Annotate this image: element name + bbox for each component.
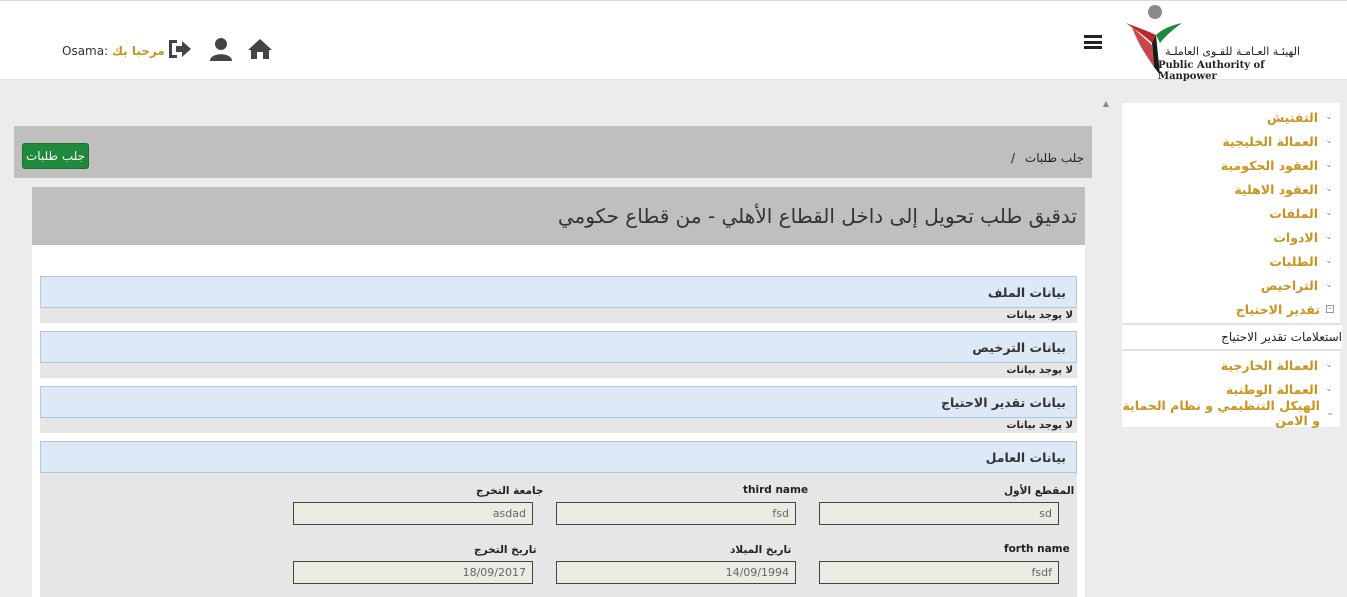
- chevron-down-icon: ⌄: [1325, 384, 1333, 394]
- section-header[interactable]: بيانات تقدير الاحتياج: [40, 386, 1077, 418]
- chevron-down-icon: ⌄: [1325, 184, 1333, 194]
- username: Osama:: [62, 44, 109, 58]
- first-name-field[interactable]: [819, 502, 1059, 525]
- section-empty: لا يوجد بيانات: [40, 308, 1077, 323]
- chevron-down-icon: ⌄: [1325, 280, 1333, 290]
- chevron-down-icon: ⌄: [1325, 160, 1333, 170]
- sidebar-item-foreign-labor[interactable]: العمالة الخارجية ⌄: [1122, 353, 1340, 377]
- collapse-icon: -: [1326, 304, 1334, 314]
- sidebar-item-tools[interactable]: الادوات ⌄: [1122, 225, 1340, 249]
- chevron-down-icon: ⌄: [1325, 136, 1333, 146]
- sidebar-subitem-needs-queries[interactable]: استعلامات تقدير الاحتياج: [1122, 323, 1342, 351]
- breadcrumb-bar: جلب طلبات / جلب طلبات: [14, 126, 1092, 178]
- worker-form: المقطع الأول third name جامعة التخرج for…: [40, 473, 1077, 597]
- sidebar-item-files[interactable]: الملفات ⌄: [1122, 201, 1340, 225]
- welcome-text: Osama: مرحبا بك: [62, 44, 165, 58]
- university-label: جامعة التخرج: [476, 485, 544, 497]
- section-file-data: بيانات الملف لا يوجد بيانات: [40, 276, 1077, 323]
- third-name-label: third name: [743, 484, 809, 496]
- sidebar: التفتيش ⌄ العمالة الخليجية ⌄ العقود الحكوم…: [1122, 103, 1342, 428]
- home-icon[interactable]: [247, 37, 273, 61]
- section-worker-data: بيانات العامل: [40, 441, 1077, 473]
- section-header[interactable]: بيانات العامل: [40, 441, 1077, 473]
- section-header[interactable]: بيانات الترخيص: [40, 331, 1077, 363]
- page-title: تدقيق طلب تحويل إلى داخل القطاع الأهلي -…: [557, 204, 1077, 228]
- sidebar-item-org-structure[interactable]: الهيكل التنظيمي و نظام الحماية و الامن ⌄: [1122, 398, 1340, 428]
- sidebar-item-inspection[interactable]: التفتيش ⌄: [1122, 105, 1340, 129]
- logo-arabic-text: الهيئـة العـامـة للقـوى العاملـة: [1165, 45, 1300, 58]
- main-panel: تدقيق طلب تحويل إلى داخل القطاع الأهلي -…: [32, 187, 1085, 597]
- app-header: الهيئـة العـامـة للقـوى العاملـة Public …: [0, 0, 1347, 82]
- page-title-bar: تدقيق طلب تحويل إلى داخل القطاع الأهلي -…: [32, 187, 1085, 245]
- scroll-up-icon[interactable]: ▲: [1101, 99, 1111, 109]
- chevron-down-icon: ⌄: [1325, 208, 1333, 218]
- sidebar-item-requests[interactable]: الطلبات ⌄: [1122, 249, 1340, 273]
- section-header[interactable]: بيانات الملف: [40, 276, 1077, 308]
- chevron-down-icon: ⌄: [1325, 360, 1333, 370]
- third-name-field[interactable]: [556, 502, 796, 525]
- sidebar-item-private-contracts[interactable]: العقود الاهلية ⌄: [1122, 177, 1340, 201]
- chevron-down-icon: ⌄: [1325, 256, 1333, 266]
- section-license-data: بيانات الترخيص لا يوجد بيانات: [40, 331, 1077, 378]
- breadcrumb: جلب طلبات /: [1011, 151, 1084, 165]
- first-name-label: المقطع الأول: [1004, 485, 1075, 497]
- logo-english-text: Public Authority of Manpower: [1158, 60, 1265, 82]
- user-icon[interactable]: [208, 37, 234, 61]
- section-needs-data: بيانات تقدير الاحتياج لا يوجد بيانات: [40, 386, 1077, 433]
- breadcrumb-item[interactable]: جلب طلبات: [1025, 151, 1084, 165]
- menu-icon[interactable]: [1084, 35, 1102, 49]
- sidebar-item-gov-contracts[interactable]: العقود الحكومية ⌄: [1122, 153, 1340, 177]
- birth-date-field[interactable]: [556, 561, 796, 584]
- sidebar-item-needs-assessment[interactable]: تقدير الاحتياج -: [1122, 297, 1340, 321]
- graduation-date-field[interactable]: [293, 561, 533, 584]
- section-empty: لا يوجد بيانات: [40, 418, 1077, 433]
- forth-name-label: forth name: [1004, 543, 1070, 555]
- sidebar-item-licenses[interactable]: التراخيص ⌄: [1122, 273, 1340, 297]
- birth-date-label: تاريخ الميلاد: [730, 544, 792, 556]
- section-empty: لا يوجد بيانات: [40, 363, 1077, 378]
- chevron-down-icon: ⌄: [1326, 408, 1334, 418]
- fetch-requests-button[interactable]: جلب طلبات: [22, 143, 89, 169]
- logout-icon[interactable]: [166, 37, 192, 61]
- graduation-date-label: تاريخ التخرج: [474, 544, 537, 556]
- university-field[interactable]: [293, 502, 533, 525]
- chevron-down-icon: ⌄: [1325, 232, 1333, 242]
- forth-name-field[interactable]: [819, 561, 1059, 584]
- breadcrumb-separator: /: [1011, 151, 1016, 165]
- chevron-down-icon: ⌄: [1325, 112, 1333, 122]
- welcome-label: مرحبا بك: [111, 44, 165, 58]
- sidebar-item-gulf-labor[interactable]: العمالة الخليجية ⌄: [1122, 129, 1340, 153]
